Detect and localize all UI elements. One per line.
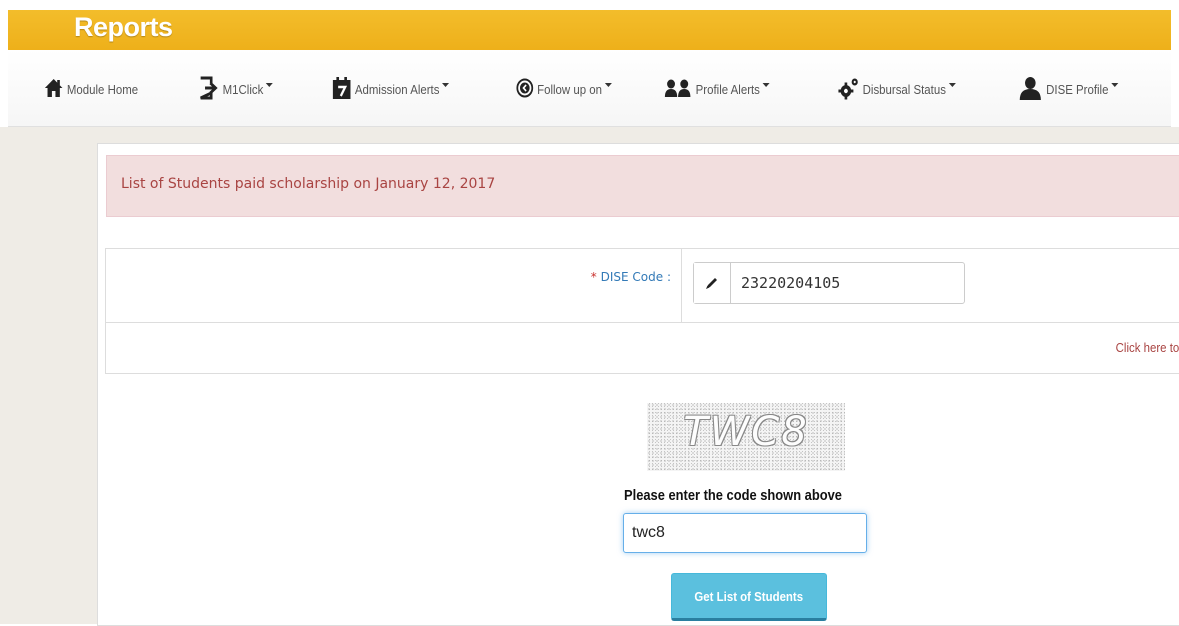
nav-bar: Module Home M1Click Admission Alerts Fol… <box>8 50 1171 127</box>
captcha-input[interactable] <box>623 513 867 553</box>
nav-label: Module Home <box>66 81 139 97</box>
dise-code-input[interactable] <box>731 263 964 303</box>
captcha-image-text: TWC8 <box>683 409 809 455</box>
nav-label: Admission Alerts <box>354 81 440 97</box>
chevron-down-icon <box>762 83 770 87</box>
nav-label: Follow up on <box>537 81 602 97</box>
chevron-down-icon <box>265 83 274 87</box>
dise-form-table: * DISE Code : Click here to <box>105 248 1179 374</box>
nav-item-profile-alerts[interactable]: Profile Alerts <box>664 74 770 104</box>
nav-item-follow-up-on[interactable]: Follow up on <box>516 74 612 104</box>
info-alert: List of Students paid scholarship on Jan… <box>106 155 1179 217</box>
dise-code-label-text: DISE Code : <box>600 270 671 284</box>
chevron-down-icon <box>442 83 450 87</box>
pencil-icon <box>694 263 731 303</box>
nav-item-module-home[interactable]: Module Home <box>44 74 138 104</box>
user-icon <box>1018 76 1043 103</box>
chevron-down-icon <box>948 83 956 87</box>
calendar-icon <box>332 76 351 103</box>
captcha-prompt: Please enter the code shown above <box>624 487 842 504</box>
click-here-link[interactable]: Click here to <box>1115 340 1179 355</box>
home-icon <box>44 78 63 101</box>
nav-label: Disbursal Status <box>862 81 946 97</box>
nav-label: M1Click <box>222 81 264 97</box>
nav-label: DISE Profile <box>1046 81 1109 97</box>
dise-code-label: * DISE Code : <box>591 270 671 284</box>
captcha-image: TWC8 <box>647 403 845 471</box>
circle-arrow-icon <box>516 78 534 101</box>
nav-label: Profile Alerts <box>695 81 760 97</box>
page-title: Reports <box>74 12 173 42</box>
required-marker: * <box>590 270 597 284</box>
chevron-down-icon <box>604 83 612 87</box>
dise-code-input-group <box>693 262 965 304</box>
alert-text: List of Students paid scholarship on Jan… <box>121 176 496 192</box>
nav-item-dise-profile[interactable]: DISE Profile <box>1018 74 1119 104</box>
submit-button-label: Get List of Students <box>694 588 804 604</box>
nav-item-m1click[interactable]: M1Click <box>198 74 274 104</box>
column-divider <box>681 249 682 322</box>
header-bar: Reports <box>8 10 1171 50</box>
row-divider <box>106 322 1179 323</box>
sign-in-icon <box>198 75 219 104</box>
cogs-icon <box>838 76 859 103</box>
nav-item-disbursal-status[interactable]: Disbursal Status <box>838 74 956 104</box>
users-icon <box>664 78 692 101</box>
chevron-down-icon <box>1111 83 1119 87</box>
get-list-of-students-button[interactable]: Get List of Students <box>671 573 827 621</box>
nav-item-admission-alerts[interactable]: Admission Alerts <box>332 74 450 104</box>
